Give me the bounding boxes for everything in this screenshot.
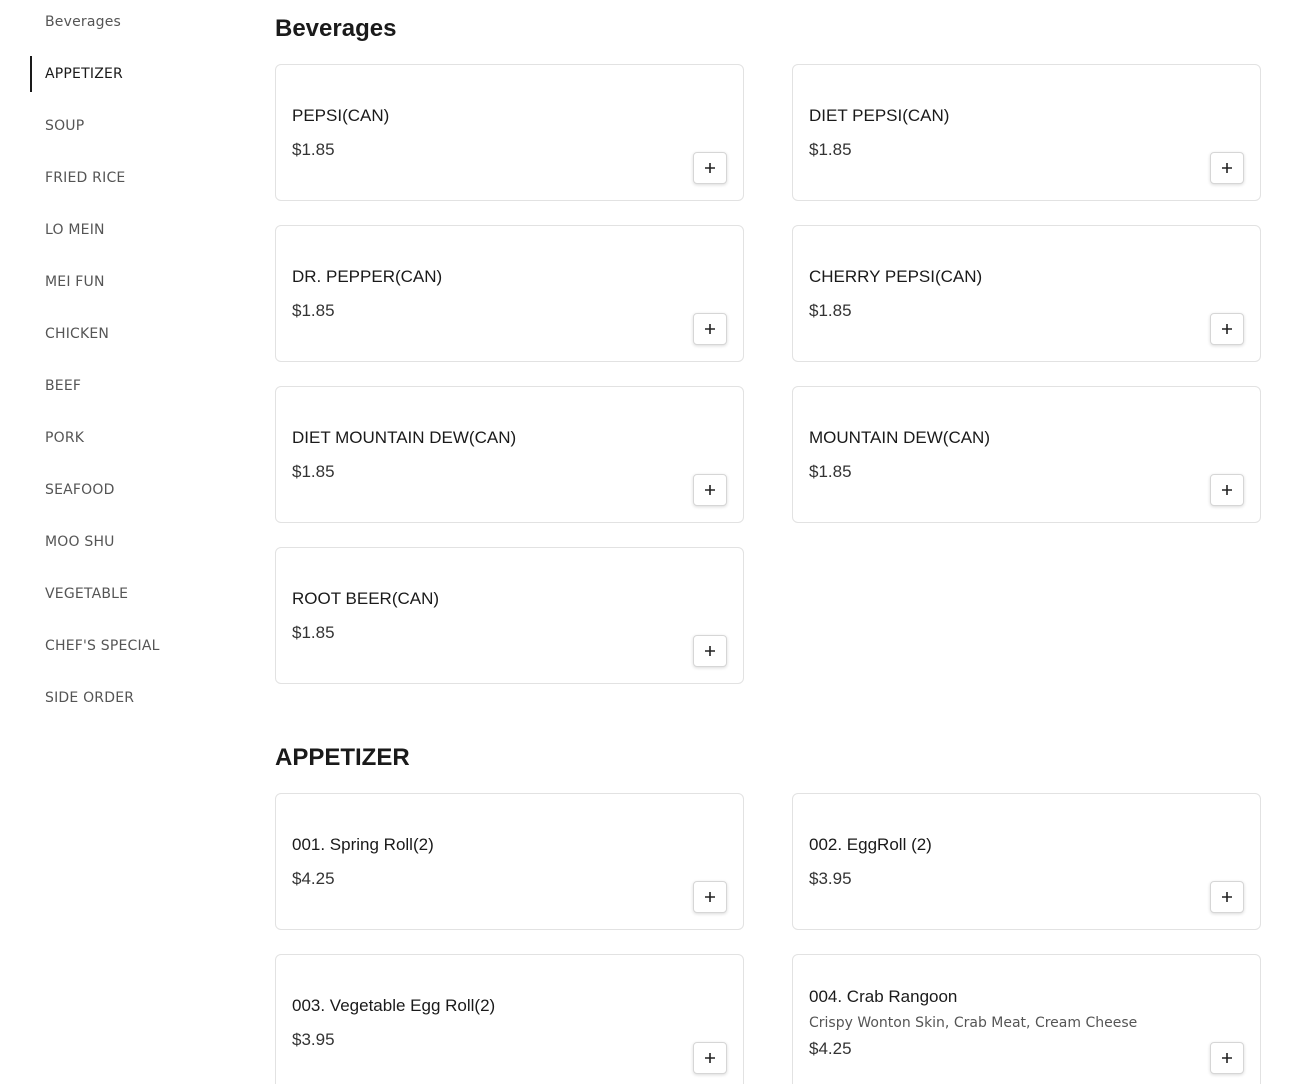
menu-item-card[interactable]: MOUNTAIN DEW(CAN) $1.85 — [792, 386, 1261, 523]
menu-item-price: $1.85 — [809, 462, 852, 481]
plus-icon — [705, 1053, 715, 1063]
sidebar-item-beverages[interactable]: Beverages — [30, 4, 230, 40]
sidebar-item-vegetable[interactable]: VEGETABLE — [30, 576, 230, 612]
sidebar-item-moo-shu[interactable]: MOO SHU — [30, 524, 230, 560]
add-item-button[interactable] — [693, 474, 727, 506]
plus-icon — [1222, 485, 1232, 495]
menu-item-name: ROOT BEER(CAN) — [292, 589, 440, 608]
add-item-button[interactable] — [693, 152, 727, 184]
menu-item-name: CHERRY PEPSI(CAN) — [809, 267, 983, 286]
add-item-button[interactable] — [693, 313, 727, 345]
menu-item-name: 003. Vegetable Egg Roll(2) — [292, 996, 496, 1015]
menu-item-name: PEPSI(CAN) — [292, 106, 390, 125]
menu-item-card[interactable]: 004. Crab Rangoon Crispy Wonton Skin, Cr… — [792, 954, 1261, 1084]
menu-item-price: $3.95 — [292, 1030, 335, 1049]
sidebar-item-soup[interactable]: SOUP — [30, 108, 230, 144]
add-item-button[interactable] — [693, 881, 727, 913]
menu-item-card[interactable]: CHERRY PEPSI(CAN) $1.85 — [792, 225, 1261, 362]
menu-content: Beverages PEPSI(CAN) $1.85 DIET PEPSI(CA… — [275, 0, 1261, 1084]
menu-item-price: $1.85 — [292, 462, 335, 481]
sidebar-item-beef[interactable]: BEEF — [30, 368, 230, 404]
plus-icon — [1222, 1053, 1232, 1063]
menu-item-name: 004. Crab Rangoon — [809, 987, 958, 1006]
sidebar-item-side-order[interactable]: SIDE ORDER — [30, 680, 230, 716]
sidebar-item-mei-fun[interactable]: MEI FUN — [30, 264, 230, 300]
menu-item-card[interactable]: 001. Spring Roll(2) $4.25 — [275, 793, 744, 930]
section-title-appetizer: APPETIZER — [275, 744, 410, 771]
sidebar-item-chicken[interactable]: CHICKEN — [30, 316, 230, 352]
sidebar-item-fried-rice[interactable]: FRIED RICE — [30, 160, 230, 196]
plus-icon — [1222, 163, 1232, 173]
sidebar-item-pork[interactable]: PORK — [30, 420, 230, 456]
add-item-button[interactable] — [1210, 881, 1244, 913]
menu-item-price: $1.85 — [292, 140, 335, 159]
add-item-button[interactable] — [693, 635, 727, 667]
menu-item-card[interactable]: DIET MOUNTAIN DEW(CAN) $1.85 — [275, 386, 744, 523]
menu-item-name: MOUNTAIN DEW(CAN) — [809, 428, 990, 447]
menu-item-price: $1.85 — [809, 140, 852, 159]
plus-icon — [1222, 892, 1232, 902]
sidebar-item-chefs-special[interactable]: CHEF'S SPECIAL — [30, 628, 230, 664]
menu-item-price: $4.25 — [292, 869, 335, 888]
sidebar-item-appetizer[interactable]: APPETIZER — [30, 56, 230, 92]
plus-icon — [705, 892, 715, 902]
menu-item-card[interactable]: DIET PEPSI(CAN) $1.85 — [792, 64, 1261, 201]
menu-item-price: $1.85 — [292, 301, 335, 320]
menu-item-card[interactable]: 002. EggRoll (2) $3.95 — [792, 793, 1261, 930]
menu-item-card[interactable]: ROOT BEER(CAN) $1.85 — [275, 547, 744, 684]
menu-item-name: 002. EggRoll (2) — [809, 835, 932, 854]
plus-icon — [705, 324, 715, 334]
menu-item-price: $3.95 — [809, 869, 852, 888]
menu-item-name: DR. PEPPER(CAN) — [292, 267, 443, 286]
add-item-button[interactable] — [1210, 313, 1244, 345]
plus-icon — [1222, 324, 1232, 334]
menu-item-card[interactable]: 003. Vegetable Egg Roll(2) $3.95 — [275, 954, 744, 1084]
add-item-button[interactable] — [1210, 152, 1244, 184]
category-sidebar: Beverages APPETIZER SOUP FRIED RICE LO M… — [0, 0, 260, 1084]
sidebar-item-seafood[interactable]: SEAFOOD — [30, 472, 230, 508]
menu-item-name: DIET MOUNTAIN DEW(CAN) — [292, 428, 517, 447]
plus-icon — [705, 163, 715, 173]
menu-item-name: DIET PEPSI(CAN) — [809, 106, 950, 125]
section-title-beverages: Beverages — [275, 15, 397, 42]
sidebar-item-lo-mein[interactable]: LO MEIN — [30, 212, 230, 248]
menu-item-name: 001. Spring Roll(2) — [292, 835, 434, 854]
plus-icon — [705, 646, 715, 656]
menu-item-card[interactable]: PEPSI(CAN) $1.85 — [275, 64, 744, 201]
menu-item-price: $1.85 — [292, 623, 335, 642]
menu-item-price: $1.85 — [809, 301, 852, 320]
add-item-button[interactable] — [1210, 474, 1244, 506]
menu-item-description: Crispy Wonton Skin, Crab Meat, Cream Che… — [809, 1015, 1138, 1031]
add-item-button[interactable] — [693, 1042, 727, 1074]
plus-icon — [705, 485, 715, 495]
menu-item-price: $4.25 — [809, 1039, 852, 1058]
add-item-button[interactable] — [1210, 1042, 1244, 1074]
menu-item-card[interactable]: DR. PEPPER(CAN) $1.85 — [275, 225, 744, 362]
